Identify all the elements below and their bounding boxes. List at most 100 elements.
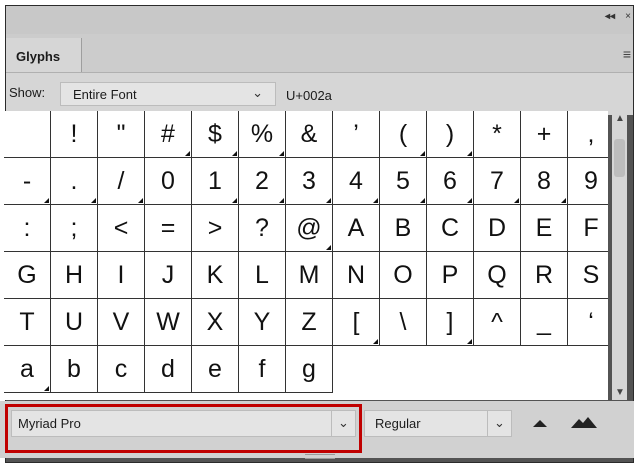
glyph-cell[interactable]: 3 xyxy=(286,158,333,205)
glyph-cell[interactable]: J xyxy=(145,252,192,299)
chevron-down-icon[interactable]: ⌄ xyxy=(487,411,511,436)
glyph-cell[interactable]: ( xyxy=(380,111,427,158)
alternates-indicator-icon[interactable] xyxy=(561,198,566,203)
glyph-cell[interactable]: F xyxy=(568,205,608,252)
glyph-cell[interactable]: W xyxy=(145,299,192,346)
glyph-cell[interactable]: ] xyxy=(427,299,474,346)
show-dropdown[interactable]: Entire Font ⌄ xyxy=(60,82,276,106)
glyph-cell[interactable]: # xyxy=(145,111,192,158)
alternates-indicator-icon[interactable] xyxy=(232,198,237,203)
collapse-icon[interactable]: ◂◂ xyxy=(605,11,615,22)
glyph-cell[interactable]: 9 xyxy=(568,158,608,205)
alternates-indicator-icon[interactable] xyxy=(138,198,143,203)
tab-glyphs[interactable]: Glyphs xyxy=(6,38,82,72)
glyph-cell[interactable]: ’ xyxy=(333,111,380,158)
glyph-cell[interactable]: . xyxy=(51,158,98,205)
glyph-cell[interactable]: A xyxy=(333,205,380,252)
scroll-up-icon[interactable]: ▲ xyxy=(615,113,625,124)
glyph-cell[interactable]: \ xyxy=(380,299,427,346)
alternates-indicator-icon[interactable] xyxy=(44,386,49,391)
glyph-cell[interactable]: E xyxy=(521,205,568,252)
glyph-cell[interactable]: Z xyxy=(286,299,333,346)
glyph-cell[interactable]: , xyxy=(568,111,608,158)
glyph-cell[interactable]: ; xyxy=(51,205,98,252)
glyph-cell[interactable]: b xyxy=(51,346,98,393)
glyph-cell[interactable]: / xyxy=(98,158,145,205)
glyph-cell[interactable]: c xyxy=(98,346,145,393)
glyph-cell[interactable]: $ xyxy=(192,111,239,158)
glyph-cell[interactable]: ! xyxy=(51,111,98,158)
glyph-cell[interactable]: T xyxy=(4,299,51,346)
glyph-cell[interactable]: G xyxy=(4,252,51,299)
glyph-cell[interactable] xyxy=(4,111,51,158)
glyph-cell[interactable]: d xyxy=(145,346,192,393)
glyph-cell[interactable]: C xyxy=(427,205,474,252)
glyph-cell[interactable]: 4 xyxy=(333,158,380,205)
glyph-cell[interactable]: ‘ xyxy=(568,299,608,346)
glyph-cell[interactable]: f xyxy=(239,346,286,393)
glyph-cell[interactable]: = xyxy=(145,205,192,252)
glyph-cell[interactable]: S xyxy=(568,252,608,299)
alternates-indicator-icon[interactable] xyxy=(91,198,96,203)
alternates-indicator-icon[interactable] xyxy=(279,151,284,156)
glyph-cell[interactable]: a xyxy=(4,346,51,393)
alternates-indicator-icon[interactable] xyxy=(373,339,378,344)
glyph-cell[interactable]: e xyxy=(192,346,239,393)
mountain-large-icon[interactable] xyxy=(570,415,598,429)
alternates-indicator-icon[interactable] xyxy=(279,198,284,203)
alternates-indicator-icon[interactable] xyxy=(326,245,331,250)
glyph-cell[interactable]: ) xyxy=(427,111,474,158)
panel-menu-icon[interactable]: ≡ xyxy=(623,46,631,62)
mountain-small-icon[interactable] xyxy=(532,418,548,428)
font-style-dropdown[interactable]: Regular ⌄ xyxy=(364,410,512,437)
alternates-indicator-icon[interactable] xyxy=(44,198,49,203)
glyph-cell[interactable]: 2 xyxy=(239,158,286,205)
glyph-cell[interactable]: 6 xyxy=(427,158,474,205)
glyph-cell[interactable]: P xyxy=(427,252,474,299)
glyph-cell[interactable]: 1 xyxy=(192,158,239,205)
glyph-cell[interactable]: % xyxy=(239,111,286,158)
glyph-cell[interactable]: R xyxy=(521,252,568,299)
scrollbar-thumb[interactable] xyxy=(614,139,625,177)
glyph-cell[interactable]: O xyxy=(380,252,427,299)
glyph-cell[interactable]: g xyxy=(286,346,333,393)
glyph-cell[interactable]: ? xyxy=(239,205,286,252)
glyph-cell[interactable]: @ xyxy=(286,205,333,252)
glyph-cell[interactable]: > xyxy=(192,205,239,252)
alternates-indicator-icon[interactable] xyxy=(373,198,378,203)
glyph-cell[interactable]: " xyxy=(98,111,145,158)
glyph-cell[interactable]: + xyxy=(521,111,568,158)
glyph-cell[interactable]: Y xyxy=(239,299,286,346)
glyph-cell[interactable]: [ xyxy=(333,299,380,346)
glyph-cell[interactable]: N xyxy=(333,252,380,299)
glyph-cell[interactable]: D xyxy=(474,205,521,252)
close-icon[interactable]: × xyxy=(625,11,631,22)
glyph-cell[interactable]: 5 xyxy=(380,158,427,205)
glyph-cell[interactable]: H xyxy=(51,252,98,299)
glyph-cell[interactable]: M xyxy=(286,252,333,299)
glyph-cell[interactable]: B xyxy=(380,205,427,252)
glyph-cell[interactable]: 0 xyxy=(145,158,192,205)
alternates-indicator-icon[interactable] xyxy=(467,339,472,344)
alternates-indicator-icon[interactable] xyxy=(514,198,519,203)
alternates-indicator-icon[interactable] xyxy=(467,151,472,156)
glyph-cell[interactable]: K xyxy=(192,252,239,299)
glyph-cell[interactable]: ^ xyxy=(474,299,521,346)
glyph-cell[interactable]: - xyxy=(4,158,51,205)
alternates-indicator-icon[interactable] xyxy=(420,198,425,203)
glyph-cell[interactable]: V xyxy=(98,299,145,346)
glyph-cell[interactable]: * xyxy=(474,111,521,158)
resize-grip[interactable] xyxy=(305,454,335,459)
glyph-cell[interactable]: & xyxy=(286,111,333,158)
glyph-cell[interactable]: < xyxy=(98,205,145,252)
alternates-indicator-icon[interactable] xyxy=(326,198,331,203)
scroll-down-icon[interactable]: ▼ xyxy=(615,387,625,398)
glyph-cell[interactable]: : xyxy=(4,205,51,252)
glyph-cell[interactable]: U xyxy=(51,299,98,346)
glyph-cell[interactable]: _ xyxy=(521,299,568,346)
glyph-cell[interactable]: I xyxy=(98,252,145,299)
glyph-cell[interactable]: X xyxy=(192,299,239,346)
alternates-indicator-icon[interactable] xyxy=(185,151,190,156)
alternates-indicator-icon[interactable] xyxy=(420,151,425,156)
glyph-scrollbar[interactable]: ▲ ▼ xyxy=(612,111,627,400)
